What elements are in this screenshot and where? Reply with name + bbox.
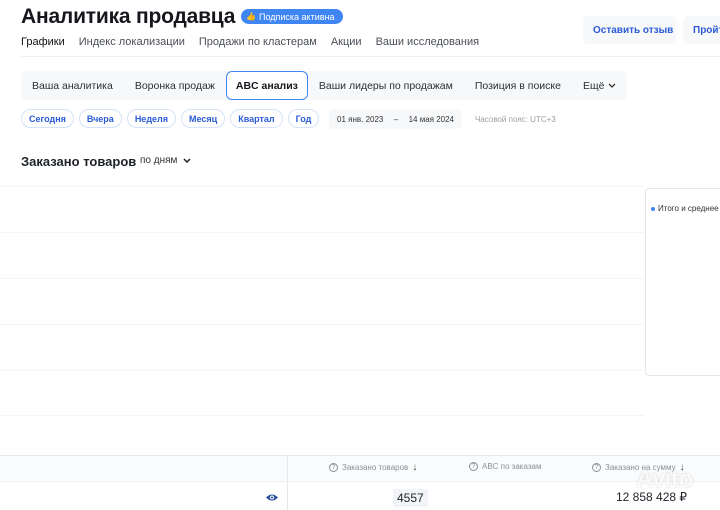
- date-from: 01 янв. 2023: [337, 114, 384, 124]
- period-year-button[interactable]: Год: [287, 109, 320, 128]
- granularity-select[interactable]: по дням: [140, 155, 191, 166]
- summary-legend[interactable]: Итого и среднее: [651, 204, 719, 213]
- column-header-abc-label: ABC по заказам: [482, 462, 542, 471]
- subtab-sales-leaders[interactable]: Ваши лидеры по продажам: [308, 71, 464, 100]
- leave-review-button[interactable]: Оставить отзыв: [583, 16, 676, 44]
- subscription-badge[interactable]: 👍 Подписка активна: [241, 9, 343, 24]
- main-nav-tabs: Графики Индекс локализации Продажи по кл…: [21, 36, 479, 48]
- nav-tab-localization-index[interactable]: Индекс локализации: [79, 36, 185, 48]
- help-icon[interactable]: ?: [592, 463, 601, 472]
- period-filters: Сегодня Вчера Неделя Месяц Квартал Год: [21, 109, 320, 128]
- table-row: [0, 481, 720, 510]
- period-today-button[interactable]: Сегодня: [21, 109, 74, 128]
- period-month-button[interactable]: Месяц: [181, 109, 226, 128]
- chevron-down-icon: [608, 83, 616, 88]
- subtab-search-position[interactable]: Позиция в поиске: [464, 71, 572, 100]
- legend-dot-icon: [651, 206, 655, 211]
- period-week-button[interactable]: Неделя: [126, 109, 177, 128]
- column-header-abc[interactable]: ? ABC по заказам: [469, 462, 541, 471]
- thumbs-up-icon: 👍: [246, 12, 256, 21]
- date-separator: –: [393, 114, 399, 124]
- column-header-ordered-label: Заказано товаров: [342, 463, 409, 472]
- timezone-label: Часовой пояс: UTC+3: [475, 115, 556, 124]
- date-to: 14 мая 2024: [408, 114, 454, 124]
- subscription-badge-label: Подписка активна: [258, 11, 335, 22]
- period-quarter-button[interactable]: Квартал: [230, 109, 283, 128]
- summary-legend-label: Итого и среднее: [658, 204, 719, 213]
- grid-line: [0, 415, 644, 416]
- nav-tab-charts[interactable]: Графики: [21, 36, 65, 48]
- chevron-down-icon: [183, 158, 191, 163]
- page-title: Аналитика продавца: [21, 5, 236, 28]
- grid-line: [0, 186, 644, 187]
- granularity-value: по дням: [140, 155, 178, 166]
- help-icon[interactable]: ?: [469, 462, 478, 471]
- eye-icon[interactable]: [265, 493, 279, 502]
- subtab-more[interactable]: Ещё: [572, 71, 627, 100]
- grid-line: [0, 324, 644, 325]
- subtab-sales-funnel[interactable]: Воронка продаж: [124, 71, 226, 100]
- section-title: Заказано товаров: [21, 154, 137, 169]
- nav-tab-your-research[interactable]: Ваши исследования: [376, 36, 479, 48]
- watermark: Avito: [636, 466, 693, 493]
- grid-line: [0, 370, 644, 371]
- subtab-abc-analysis[interactable]: ABC анализ: [225, 71, 308, 100]
- take-survey-button[interactable]: Пройти: [683, 16, 720, 44]
- date-range-picker[interactable]: 01 янв. 2023 – 14 мая 2024: [329, 109, 462, 129]
- summary-panel: Итого и среднее: [645, 188, 720, 376]
- subtab-your-analytics[interactable]: Ваша аналитика: [21, 71, 124, 100]
- subtab-more-label: Ещё: [582, 79, 605, 92]
- grid-line: [0, 278, 644, 279]
- down-arrow-icon[interactable]: ↓: [412, 462, 417, 473]
- nav-tab-cluster-sales[interactable]: Продажи по кластерам: [199, 36, 317, 48]
- cell-ordered-count: 4557: [393, 489, 428, 507]
- nav-divider: [21, 56, 720, 57]
- grid-line: [0, 232, 644, 233]
- chart-area: [0, 186, 644, 416]
- period-yesterday-button[interactable]: Вчера: [78, 109, 122, 128]
- nav-tab-promotions[interactable]: Акции: [331, 36, 362, 48]
- help-icon[interactable]: ?: [329, 463, 338, 472]
- column-header-ordered[interactable]: ? Заказано товаров ↓: [329, 462, 417, 473]
- analytics-subtabs: Ваша аналитика Воронка продаж ABC анализ…: [21, 71, 628, 100]
